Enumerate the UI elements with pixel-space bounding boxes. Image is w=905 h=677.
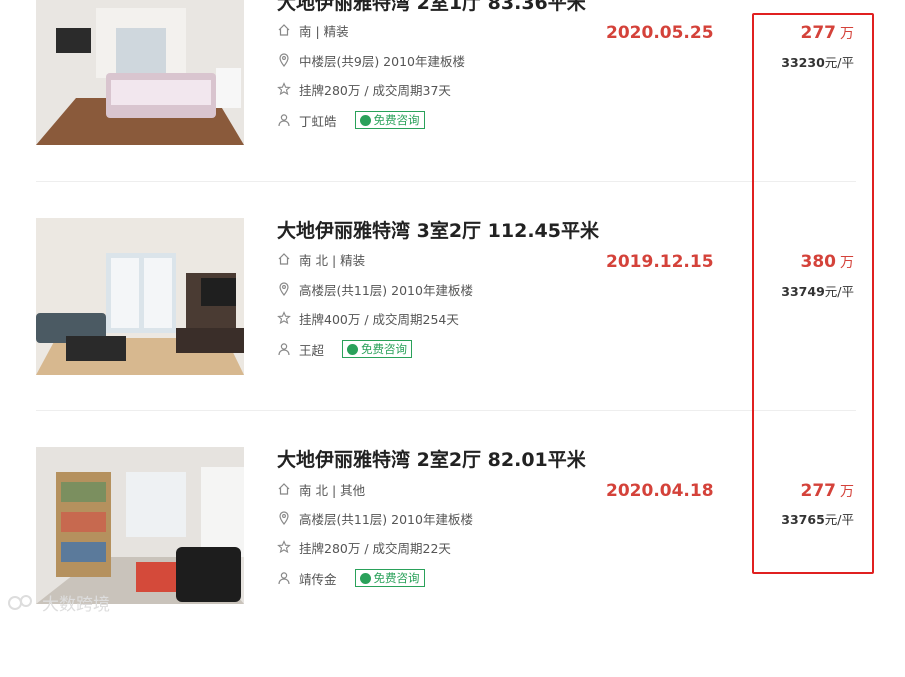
person-icon — [278, 114, 290, 127]
watermark-text: 大数跨境 — [42, 595, 110, 615]
floor-row: 高楼层(共11层) 2010年建板楼 — [277, 508, 473, 528]
deal-date: 2019.12.15 — [606, 252, 714, 272]
listing-info-text: 挂牌400万 / 成交周期254天 — [299, 311, 459, 327]
watermark: 大数跨境 — [8, 590, 110, 615]
listing-info-row: 挂牌280万 / 成交周期22天 — [277, 537, 451, 557]
free-consult-label: 免费咨询 — [361, 342, 408, 356]
price-column-highlight — [752, 13, 874, 574]
orientation-row: 南 北 | 精装 — [277, 249, 365, 269]
star-icon — [277, 82, 291, 96]
agent-row: 丁虹皓 免费咨询 — [277, 110, 425, 130]
listing-item: 大地伊丽雅特湾 2室2厅 82.01平米 南 北 | 其他 高楼层(共11层) … — [36, 447, 856, 677]
floor-text: 中楼层(共9层) 2010年建板楼 — [299, 53, 465, 69]
listing-info-text: 挂牌280万 / 成交周期22天 — [299, 540, 451, 556]
listing-photo-living-room[interactable] — [36, 218, 244, 375]
listing-title[interactable]: 大地伊丽雅特湾 2室1厅 83.36平米 — [277, 0, 586, 15]
free-consult-button[interactable]: 免费咨询 — [354, 569, 425, 587]
orientation-row: 南 | 精装 — [277, 20, 349, 40]
free-consult-label: 免费咨询 — [373, 113, 420, 127]
orientation-text: 南 北 | 其他 — [299, 482, 366, 498]
listing-divider — [36, 181, 856, 182]
agent-name[interactable]: 靖传金 — [299, 569, 337, 588]
listing-photo-bedroom[interactable] — [36, 0, 244, 145]
free-consult-button[interactable]: 免费咨询 — [354, 111, 425, 129]
floor-text: 高楼层(共11层) 2010年建板楼 — [299, 282, 473, 298]
listing-info-row: 挂牌400万 / 成交周期254天 — [277, 308, 459, 328]
location-pin-icon — [279, 53, 289, 67]
person-icon — [278, 572, 290, 585]
listing-item: 大地伊丽雅特湾 2室1厅 83.36平米 南 | 精装 中楼层(共9层) 201… — [36, 0, 856, 218]
listing-title[interactable]: 大地伊丽雅特湾 3室2厅 112.45平米 — [277, 216, 599, 243]
deal-date: 2020.05.25 — [606, 23, 714, 43]
agent-name[interactable]: 王超 — [299, 340, 324, 359]
listing-item: 大地伊丽雅特湾 3室2厅 112.45平米 南 北 | 精装 高楼层(共11层)… — [36, 218, 856, 448]
listing-info-text: 挂牌280万 / 成交周期37天 — [299, 82, 451, 98]
floor-text: 高楼层(共11层) 2010年建板楼 — [299, 511, 473, 527]
agent-row: 靖传金 免费咨询 — [277, 568, 425, 588]
chat-bubble-icon — [347, 343, 359, 355]
person-icon — [278, 343, 290, 356]
orientation-text: 南 北 | 精装 — [299, 252, 366, 268]
star-icon — [277, 540, 291, 554]
floor-row: 高楼层(共11层) 2010年建板楼 — [277, 279, 473, 299]
house-icon — [278, 483, 290, 495]
house-icon — [278, 24, 290, 36]
watermark-logo-icon — [8, 594, 32, 610]
listing-photo-study-room[interactable] — [36, 447, 244, 604]
agent-name[interactable]: 丁虹皓 — [299, 111, 337, 130]
listing-info-row: 挂牌280万 / 成交周期37天 — [277, 79, 451, 99]
chat-bubble-icon — [359, 114, 371, 126]
listing-divider — [36, 410, 856, 411]
free-consult-label: 免费咨询 — [373, 571, 420, 585]
listing-title[interactable]: 大地伊丽雅特湾 2室2厅 82.01平米 — [277, 445, 586, 472]
deal-date: 2020.04.18 — [606, 481, 714, 501]
star-icon — [277, 311, 291, 325]
location-pin-icon — [279, 511, 289, 525]
location-pin-icon — [279, 282, 289, 296]
chat-bubble-icon — [359, 572, 371, 584]
free-consult-button[interactable]: 免费咨询 — [342, 340, 413, 358]
floor-row: 中楼层(共9层) 2010年建板楼 — [277, 50, 465, 70]
orientation-row: 南 北 | 其他 — [277, 479, 365, 499]
agent-row: 王超 免费咨询 — [277, 339, 413, 359]
house-icon — [278, 253, 290, 265]
orientation-text: 南 | 精装 — [299, 23, 349, 39]
